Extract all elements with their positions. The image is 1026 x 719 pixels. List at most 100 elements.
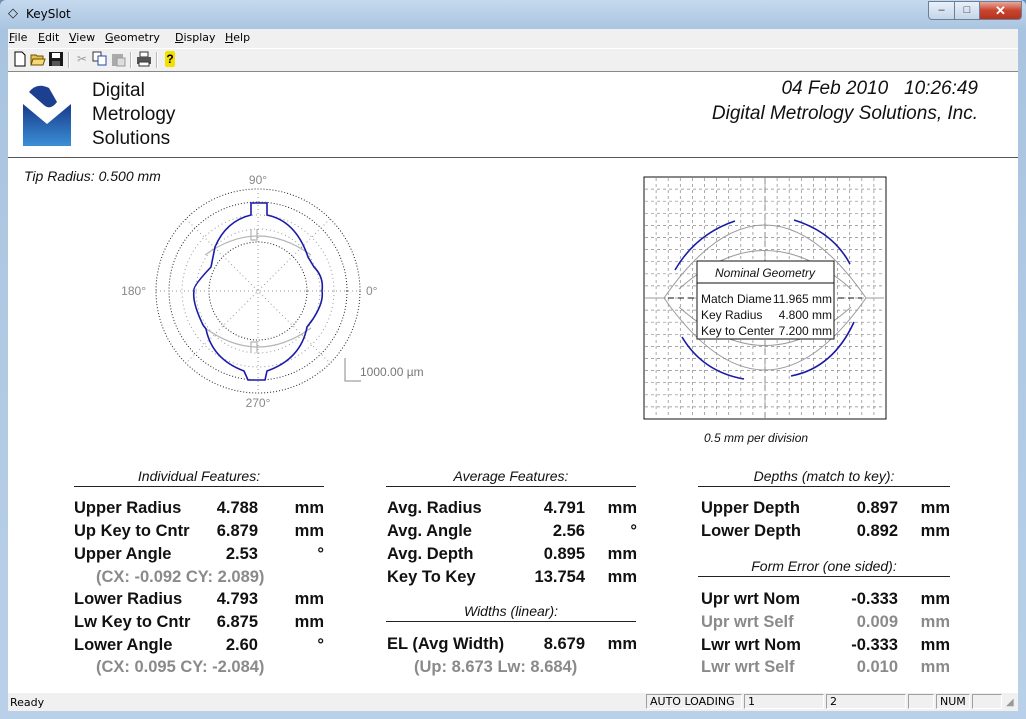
average-feature-unit: mm [607, 545, 637, 563]
depth-row: Lower Depth 0.892 mm [701, 522, 950, 544]
print-button[interactable] [136, 51, 152, 67]
average-feature-unit: mm [607, 499, 637, 517]
window-title: KeySlot [26, 7, 71, 21]
average-feature-row: Key To Key 13.754 mm [387, 568, 637, 590]
report-time: 10:26:49 [904, 78, 978, 99]
menu-geometry[interactable]: Geometry [105, 31, 160, 44]
upper-center-coords: (CX: -0.092 CY: 2.089) [96, 568, 265, 586]
status-pane-scroll [972, 694, 1002, 709]
status-text: Ready [10, 696, 45, 709]
toolbar-separator [68, 52, 70, 68]
depth-unit: mm [920, 499, 950, 517]
form-error-row: Lwr wrt Nom -0.333 mm [701, 636, 950, 658]
open-button[interactable] [30, 51, 46, 67]
minimize-icon: – [938, 4, 945, 16]
menu-help[interactable]: Help [225, 31, 250, 44]
average-feature-row: Avg. Angle 2.56 ° [387, 522, 637, 544]
report-header: Digital Metrology Solutions 04 Feb 2010 … [8, 72, 1018, 158]
title-bar[interactable]: ◇ KeySlot – □ ✕ [0, 0, 1026, 28]
individual-feature-label: Lower Radius [74, 590, 183, 608]
individual-feature-value: 2.60 [225, 636, 258, 654]
average-features-title: Average Features: [386, 468, 636, 487]
form-error-value: -0.333 [851, 636, 898, 654]
help-button[interactable]: ? [165, 51, 175, 67]
key-radius-value: 4.800 mm [779, 308, 832, 322]
open-folder-icon [30, 54, 46, 66]
menu-view[interactable]: View [69, 31, 95, 44]
scale-label: 1000.00 µm [360, 365, 424, 379]
individual-feature-label: Up Key to Cntr [74, 522, 190, 540]
minimize-button[interactable]: – [928, 1, 955, 20]
individual-feature-unit: mm [294, 590, 324, 608]
individual-feature-value: 4.793 [216, 590, 258, 608]
match-diameter-label: Match Diame [701, 292, 772, 306]
average-feature-unit: mm [607, 568, 637, 586]
average-feature-value: 4.791 [543, 499, 585, 517]
nominal-geometry-plot: Nominal Geometry Match Diame 11.965 mm K… [643, 176, 887, 420]
toolbar-separator [156, 52, 158, 68]
close-button[interactable]: ✕ [979, 1, 1022, 20]
toolbar-separator [130, 52, 132, 68]
individual-feature-label: Lower Angle [74, 636, 173, 654]
individual-feature-row: Lw Key to Cntr 6.875 mm [74, 613, 324, 635]
average-feature-value: 0.895 [543, 545, 585, 563]
depths-title: Depths (match to key): [698, 468, 950, 487]
individual-feature-row: Lower Radius 4.793 mm [74, 590, 324, 612]
average-feature-label: Key To Key [387, 568, 476, 586]
report-date: 04 Feb 2010 [781, 78, 889, 99]
individual-feature-unit: mm [294, 522, 324, 540]
copy-icon [92, 51, 107, 66]
form-error-label: Lwr wrt Self [701, 658, 795, 676]
angle-label-180: 180° [121, 284, 146, 298]
menu-bar: File Edit View Geometry Display Help [8, 29, 1018, 47]
form-error-unit: mm [920, 613, 950, 631]
cut-icon: ✂ [76, 52, 88, 66]
toolbar: ✂ ? [8, 48, 1018, 71]
cut-button[interactable]: ✂ [74, 51, 90, 67]
form-error-value: 0.010 [856, 658, 898, 676]
scale-bar [344, 358, 361, 382]
individual-feature-row: Lower Angle 2.60 ° [74, 636, 324, 658]
form-error-value: 0.009 [856, 613, 898, 631]
company-logo-icon [23, 85, 71, 146]
depth-label: Upper Depth [701, 499, 800, 517]
status-pane-mode: AUTO LOADING [646, 694, 742, 709]
menu-display[interactable]: Display [175, 31, 216, 44]
depth-label: Lower Depth [701, 522, 801, 540]
key-to-center-value: 7.200 mm [779, 324, 832, 338]
individual-features-title: Individual Features: [74, 468, 324, 487]
polar-profile-plot: 90° 180° 0° 270° 1000.00 µm [121, 173, 424, 410]
average-feature-value: 2.56 [552, 522, 585, 540]
individual-feature-row: Upper Angle 2.53 ° [74, 545, 324, 567]
individual-feature-value: 6.875 [216, 613, 258, 631]
help-icon: ? [166, 52, 174, 66]
average-feature-row: Avg. Radius 4.791 mm [387, 499, 637, 521]
width-label: EL (Avg Width) [387, 635, 505, 653]
individual-feature-row: Upper Radius 4.788 mm [74, 499, 324, 521]
resize-grip-icon[interactable]: ◢ [1006, 697, 1014, 708]
copy-button[interactable] [92, 51, 108, 67]
print-icon [137, 51, 151, 67]
new-file-button[interactable] [12, 51, 28, 67]
maximize-icon: □ [963, 4, 971, 16]
width-value: 8.679 [543, 635, 585, 653]
width-row: EL (Avg Width) 8.679 mm [387, 635, 637, 657]
save-button[interactable] [48, 51, 64, 67]
client-area: File Edit View Geometry Display Help ✂ ?… [8, 29, 1018, 711]
nominal-geometry-title: Nominal Geometry [715, 266, 816, 280]
status-bar: Ready AUTO LOADING 1 2 NUM ◢ [8, 693, 1018, 711]
individual-feature-label: Upper Radius [74, 499, 182, 517]
individual-feature-unit: ° [317, 636, 324, 654]
individual-feature-label: Lw Key to Cntr [74, 613, 191, 631]
paste-button[interactable] [110, 51, 126, 67]
menu-file[interactable]: File [9, 31, 27, 44]
individual-feature-unit: ° [317, 545, 324, 563]
form-error-row: Lwr wrt Self 0.010 mm [701, 658, 950, 680]
depth-value: 0.892 [856, 522, 898, 540]
average-feature-label: Avg. Depth [387, 545, 474, 563]
menu-edit[interactable]: Edit [38, 31, 59, 44]
company-name: Digital Metrology Solutions, Inc. [711, 103, 978, 124]
paste-icon [112, 54, 126, 67]
maximize-button[interactable]: □ [954, 1, 980, 20]
app-icon: ◇ [8, 5, 18, 20]
